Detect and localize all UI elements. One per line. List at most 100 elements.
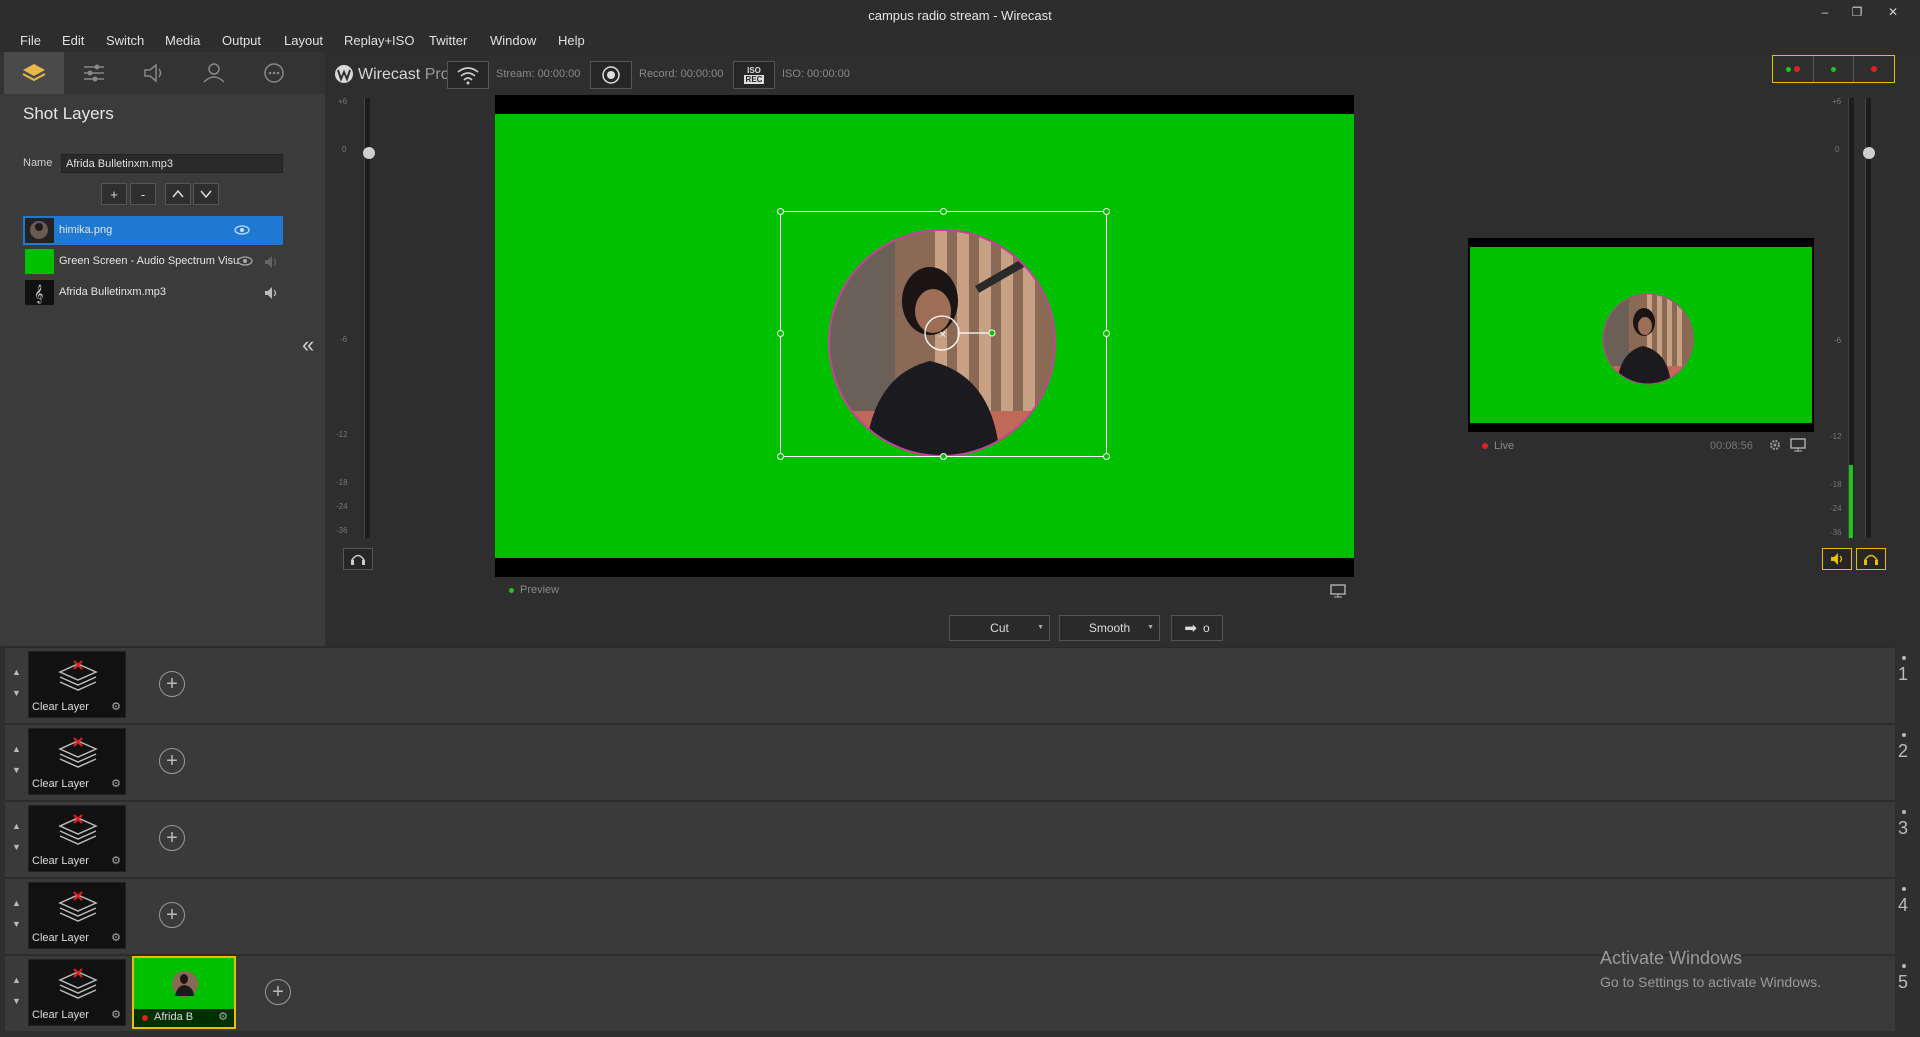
- record-button[interactable]: [590, 61, 632, 89]
- status-slot-1[interactable]: [1773, 56, 1814, 82]
- layer-thumbnail: [25, 249, 54, 274]
- gear-icon[interactable]: ⚙: [111, 1008, 121, 1021]
- name-label: Name: [23, 157, 53, 169]
- shot-clear-layer[interactable]: Clear Layer ⚙: [28, 651, 126, 718]
- menu-switch[interactable]: Switch: [106, 33, 144, 48]
- add-shot-button[interactable]: +: [159, 748, 185, 774]
- transition-cut-select[interactable]: Cut ▼: [949, 615, 1050, 641]
- shot-afrida-live[interactable]: Afrida B ⚙: [132, 956, 236, 1029]
- speaker-icon[interactable]: [263, 255, 279, 269]
- resize-handle[interactable]: [777, 453, 784, 460]
- restore-button[interactable]: ❐: [1842, 2, 1872, 22]
- menu-edit[interactable]: Edit: [62, 33, 84, 48]
- live-headphones-button[interactable]: [1856, 548, 1886, 570]
- resize-handle[interactable]: [940, 208, 947, 215]
- status-slot-2[interactable]: [1814, 56, 1855, 82]
- resize-handle[interactable]: [940, 453, 947, 460]
- layer-row[interactable]: 𝄞 Afrida Bulletinxm.mp3: [23, 278, 283, 307]
- speaker-icon: [144, 63, 162, 83]
- window-title: campus radio stream - Wirecast: [868, 8, 1052, 23]
- menu-replay-iso[interactable]: Replay+ISO: [344, 33, 414, 48]
- resize-handle[interactable]: [777, 208, 784, 215]
- meter-label: -36: [336, 526, 348, 535]
- tab-audio[interactable]: [124, 52, 184, 94]
- eye-icon[interactable]: [237, 256, 253, 266]
- live-audio-level: [1849, 465, 1853, 538]
- move-up-button[interactable]: [165, 183, 191, 205]
- resize-handle[interactable]: [1103, 453, 1110, 460]
- live-photo: [1602, 293, 1694, 385]
- preview-headphones-button[interactable]: [343, 548, 373, 570]
- headphones-icon: [351, 554, 365, 565]
- row-up-arrow[interactable]: ▲: [12, 821, 21, 831]
- add-shot-button[interactable]: +: [159, 902, 185, 928]
- layer-row[interactable]: Green Screen - Audio Spectrum Visu: [23, 247, 283, 276]
- move-down-button[interactable]: [193, 183, 219, 205]
- gear-icon[interactable]: ⚙: [111, 931, 121, 944]
- layer-row-4: [5, 878, 1895, 954]
- shot-clear-layer[interactable]: Clear Layer ⚙: [28, 728, 126, 795]
- resize-handle[interactable]: [1103, 208, 1110, 215]
- add-shot-button[interactable]: +: [159, 825, 185, 851]
- menu-layout[interactable]: Layout: [284, 33, 323, 48]
- row-up-arrow[interactable]: ▲: [12, 898, 21, 908]
- speaker-icon[interactable]: [263, 286, 279, 300]
- iso-button[interactable]: ISO REC: [733, 61, 775, 89]
- shot-clear-layer[interactable]: Clear Layer ⚙: [28, 882, 126, 949]
- gear-icon[interactable]: [1768, 438, 1784, 452]
- stream-button[interactable]: [447, 61, 489, 89]
- transition-smooth-select[interactable]: Smooth ▼: [1059, 615, 1160, 641]
- menu-help[interactable]: Help: [558, 33, 585, 48]
- menu-window[interactable]: Window: [490, 33, 536, 48]
- shot-photo-thumb: [172, 971, 198, 997]
- menu-file[interactable]: File: [20, 33, 41, 48]
- row-down-arrow[interactable]: ▼: [12, 919, 21, 929]
- gear-icon[interactable]: ⚙: [111, 777, 121, 790]
- row-down-arrow[interactable]: ▼: [12, 996, 21, 1006]
- gear-icon[interactable]: ⚙: [111, 854, 121, 867]
- menu-media[interactable]: Media: [165, 33, 200, 48]
- resize-handle[interactable]: [777, 330, 784, 337]
- row-down-arrow[interactable]: ▼: [12, 842, 21, 852]
- monitor-icon[interactable]: [1330, 584, 1346, 598]
- go-button[interactable]: ➡ o: [1171, 615, 1223, 641]
- shot-label: Afrida B: [154, 1011, 194, 1023]
- menu-twitter[interactable]: Twitter: [429, 33, 467, 48]
- preview-volume-knob[interactable]: [363, 147, 375, 159]
- close-button[interactable]: ✕: [1878, 2, 1908, 22]
- monitor-icon[interactable]: [1790, 438, 1806, 452]
- tab-person[interactable]: [184, 52, 244, 94]
- gear-icon[interactable]: ⚙: [111, 700, 121, 713]
- remove-layer-button[interactable]: -: [130, 183, 156, 205]
- shot-clear-layer[interactable]: Clear Layer ⚙: [28, 805, 126, 872]
- row-up-arrow[interactable]: ▲: [12, 975, 21, 985]
- row-down-arrow[interactable]: ▼: [12, 688, 21, 698]
- minimize-button[interactable]: –: [1810, 2, 1840, 22]
- stream-time: Stream: 00:00:00: [496, 68, 581, 80]
- resize-handle[interactable]: [1103, 330, 1110, 337]
- go-symbol: o: [1202, 621, 1210, 635]
- tab-more[interactable]: [244, 52, 304, 94]
- meter-label: 0: [1835, 145, 1840, 154]
- row-down-arrow[interactable]: ▼: [12, 765, 21, 775]
- add-shot-button[interactable]: +: [265, 979, 291, 1005]
- tab-layers[interactable]: [4, 52, 64, 94]
- eye-icon[interactable]: [234, 225, 250, 235]
- shot-clear-layer[interactable]: Clear Layer ⚙: [28, 959, 126, 1026]
- tab-properties[interactable]: [64, 52, 124, 94]
- gear-icon[interactable]: ⚙: [218, 1010, 228, 1023]
- chevron-down-icon: [200, 190, 212, 199]
- row-up-arrow[interactable]: ▲: [12, 667, 21, 677]
- live-volume-knob[interactable]: [1863, 147, 1875, 159]
- rotate-handle[interactable]: ×: [922, 315, 1002, 355]
- row-up-arrow[interactable]: ▲: [12, 744, 21, 754]
- status-slot-3[interactable]: [1854, 56, 1894, 82]
- add-shot-button[interactable]: +: [159, 671, 185, 697]
- layer-row[interactable]: himika.png: [23, 216, 283, 245]
- add-layer-button[interactable]: +: [101, 183, 127, 205]
- name-input[interactable]: [61, 154, 283, 173]
- collapse-panel-button[interactable]: «: [302, 332, 314, 358]
- menu-output[interactable]: Output: [222, 33, 261, 48]
- layer-thumbnail: [25, 218, 54, 243]
- live-speaker-button[interactable]: [1822, 548, 1852, 570]
